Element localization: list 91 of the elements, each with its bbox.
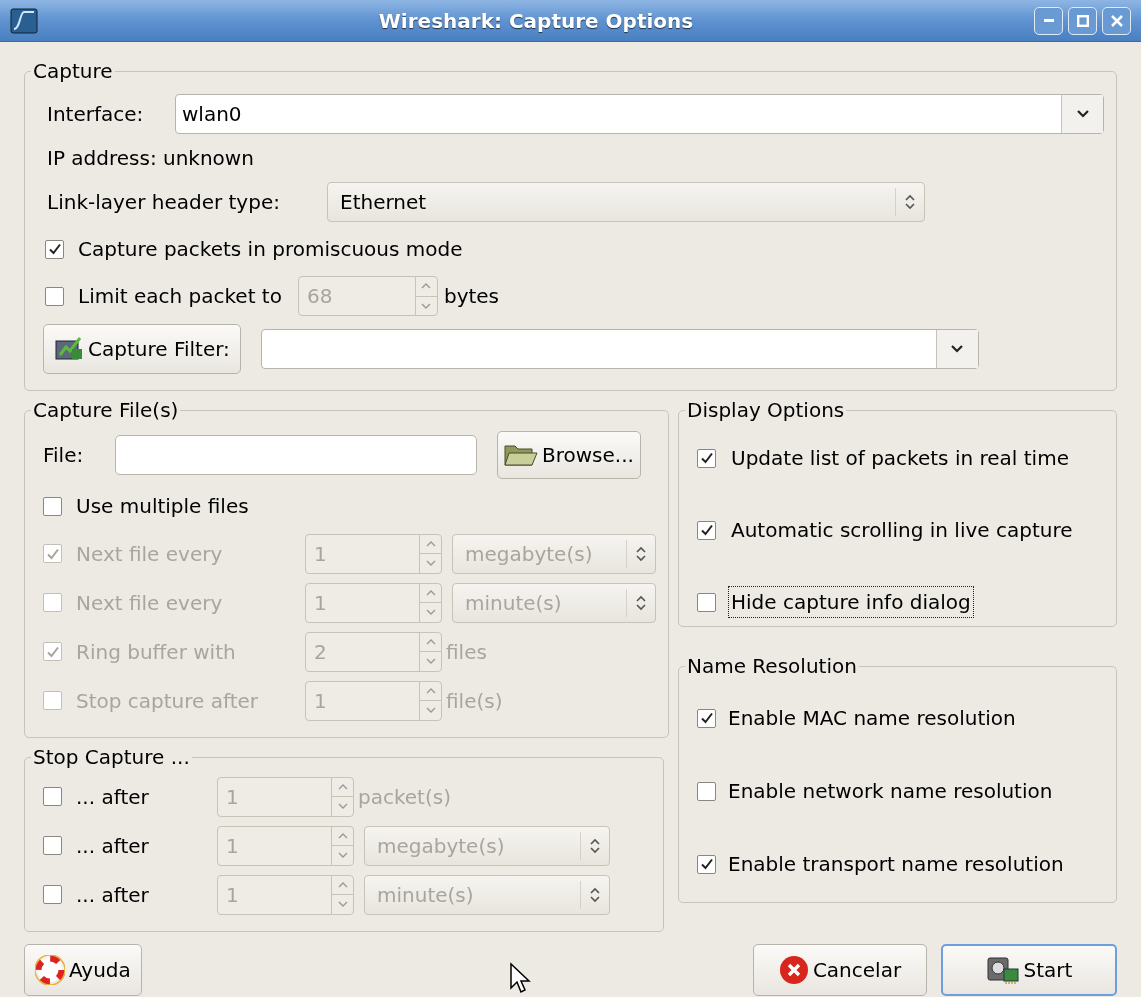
window-title: Wireshark: Capture Options	[377, 7, 695, 35]
lifebuoy-icon	[35, 955, 65, 985]
group-title: Capture File(s)	[32, 397, 180, 424]
maximize-button[interactable]	[1068, 6, 1097, 35]
unit-label: files	[446, 638, 487, 666]
checkbox[interactable]	[697, 520, 716, 540]
start-button[interactable]: Start	[941, 944, 1117, 996]
spin-up-icon[interactable]	[424, 539, 437, 548]
checkbox[interactable]	[43, 496, 62, 516]
checkbox[interactable]	[697, 854, 716, 874]
option-label: Stop capture after	[76, 687, 259, 715]
file-field[interactable]	[115, 435, 477, 475]
checkbox[interactable]	[697, 448, 716, 468]
option-label: Ring buffer with	[76, 638, 236, 666]
spin-up-icon[interactable]	[424, 588, 437, 597]
spin-up-icon[interactable]	[336, 782, 349, 791]
option-label: Next file every	[76, 540, 223, 568]
close-icon	[1110, 14, 1123, 27]
spin-down-icon[interactable]	[336, 802, 349, 811]
filter-combo[interactable]	[260, 329, 979, 369]
help-button[interactable]: Ayuda	[24, 944, 142, 996]
unit-label: packet(s)	[358, 783, 451, 811]
spin-up-icon[interactable]	[424, 637, 437, 646]
maximize-icon	[1076, 14, 1089, 27]
option-label: Enable network name resolution	[728, 778, 1053, 805]
cancel-button[interactable]: Cancelar	[753, 944, 927, 996]
chevron-down-icon	[1075, 109, 1090, 119]
group-title: Stop Capture ...	[32, 744, 191, 771]
checkbox[interactable]	[43, 836, 62, 855]
checkbox[interactable]	[45, 286, 64, 306]
network-card-icon	[985, 955, 1020, 985]
option-label: ... after	[76, 832, 149, 860]
folder-icon	[504, 442, 538, 468]
spin-down-icon[interactable]	[336, 900, 349, 909]
spin-down-icon[interactable]	[424, 706, 437, 715]
spin-down-icon[interactable]	[424, 559, 437, 568]
checkbox[interactable]	[697, 708, 716, 728]
updown-icon	[589, 885, 601, 904]
updown-icon	[635, 544, 647, 563]
field-label: Interface:	[46, 101, 145, 128]
option-label: Next file every	[76, 589, 223, 617]
checkbox[interactable]	[697, 592, 716, 612]
spin-up-icon[interactable]	[336, 831, 349, 840]
close-button[interactable]	[1102, 6, 1131, 35]
option-label: Update list of packets in real time	[730, 445, 1070, 472]
group-title: Display Options	[686, 397, 846, 424]
spin-field[interactable]: 1	[217, 776, 354, 817]
close-icon	[778, 955, 809, 985]
checkbox[interactable]	[45, 239, 64, 259]
updown-icon	[589, 836, 601, 855]
checkbox[interactable]	[697, 781, 716, 801]
ip-address-text: IP address: unknown	[47, 145, 254, 172]
unit-label: file(s)	[446, 687, 503, 715]
option-label: ... after	[76, 881, 149, 909]
option-label: Limit each packet to	[78, 283, 282, 310]
unit-label: bytes	[443, 283, 500, 310]
field-label: Link-layer header type:	[46, 189, 281, 216]
checkbox[interactable]	[43, 787, 62, 806]
option-label: ... after	[76, 783, 149, 811]
minimize-icon	[1043, 19, 1054, 22]
chevron-down-icon	[950, 344, 965, 354]
app-icon	[10, 7, 38, 34]
option-label: Use multiple files	[76, 493, 249, 520]
spin-down-icon[interactable]	[424, 608, 437, 617]
filter-icon	[54, 335, 84, 363]
group-title: Name Resolution	[686, 653, 858, 680]
spin-down-icon[interactable]	[424, 657, 437, 666]
updown-icon	[904, 193, 916, 211]
spin-up-icon[interactable]	[336, 880, 349, 889]
spin-field[interactable]: 1	[217, 874, 354, 915]
dropdown[interactable]: megabyte(s)	[364, 825, 610, 866]
dropdown[interactable]: Ethernet	[327, 182, 925, 222]
mouse-cursor-icon	[509, 962, 531, 994]
dropdown[interactable]: minute(s)	[364, 874, 610, 915]
capture-filter-button[interactable]: Capture Filter:	[43, 324, 241, 374]
option-label: Enable transport name resolution	[728, 851, 1064, 878]
browse-button[interactable]: Browse...	[497, 431, 641, 479]
spin-up-icon[interactable]	[424, 686, 437, 695]
updown-icon	[635, 593, 647, 612]
minimize-button[interactable]	[1034, 6, 1063, 35]
checkbox[interactable]	[43, 885, 62, 904]
option-label: Enable MAC name resolution	[728, 705, 1016, 732]
interface-combo[interactable]: wlan0	[175, 94, 1104, 134]
option-label: Capture packets in promiscuous mode	[78, 236, 463, 263]
spin-field[interactable]: 1	[217, 825, 354, 866]
group-title: Capture	[32, 58, 114, 85]
spin-up-icon[interactable]	[420, 282, 433, 291]
field-label: File:	[42, 442, 85, 469]
option-label: Automatic scrolling in live capture	[730, 517, 1074, 544]
option-label: Hide capture info dialog	[728, 586, 974, 618]
spin-down-icon[interactable]	[336, 851, 349, 860]
